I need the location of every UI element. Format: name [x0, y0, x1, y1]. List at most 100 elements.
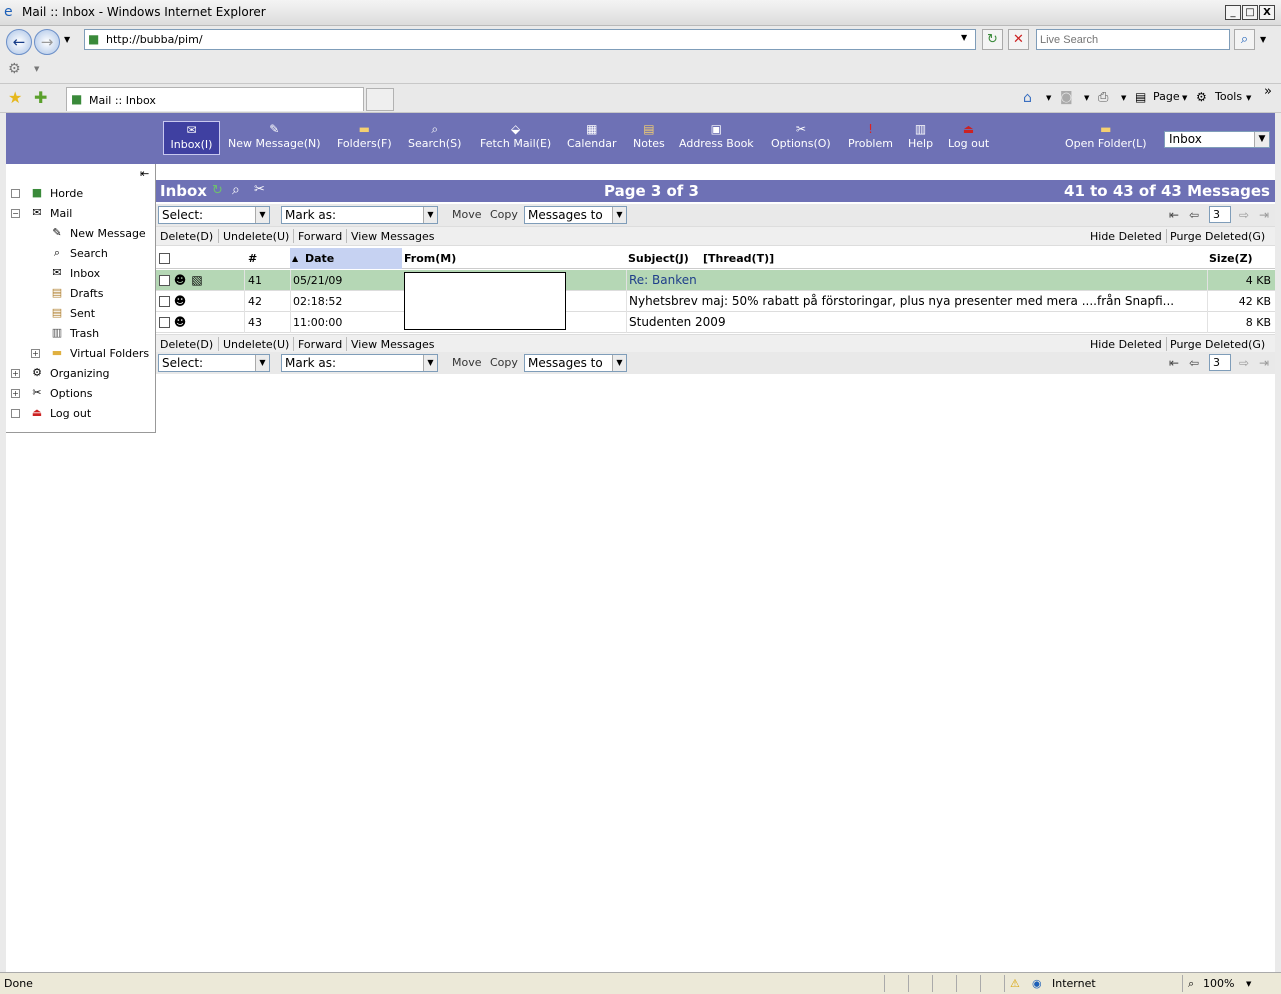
hide-deleted-button[interactable]: Hide Deleted [1090, 338, 1162, 351]
mark-as-dropdown[interactable]: Mark as: ▼ [281, 206, 438, 224]
folder-select[interactable]: Inbox ▼ [1164, 131, 1270, 148]
row-checkbox[interactable] [159, 275, 170, 286]
menu-folders-button[interactable]: ▬ Folders(F) [334, 121, 395, 155]
new-tab-button[interactable] [366, 88, 394, 111]
column-size[interactable]: Size(Z) [1209, 252, 1253, 265]
add-favorites-icon[interactable]: ✚ [34, 88, 47, 107]
previous-page-icon[interactable]: ⇦ [1186, 207, 1202, 223]
message-subject-link[interactable]: Re: Banken [629, 273, 697, 287]
mailbox-options-icon[interactable]: ✂ [254, 182, 265, 197]
menu-logout-button[interactable]: ⏏ Log out [945, 121, 992, 155]
undelete-button[interactable]: Undelete(U) [223, 338, 289, 351]
url-dropdown-icon[interactable]: ▼ [961, 33, 967, 42]
menu-calendar-button[interactable]: ▦ Calendar [564, 121, 619, 155]
mark-as-dropdown[interactable]: Mark as: ▼ [281, 354, 438, 372]
zoom-dropdown-icon[interactable]: ▼ [1246, 980, 1251, 988]
last-page-icon[interactable]: ⇥ [1256, 355, 1272, 371]
favorites-star-icon[interactable]: ★ [8, 88, 22, 107]
first-page-icon[interactable]: ⇤ [1166, 355, 1182, 371]
minimize-button[interactable]: _ [1225, 5, 1241, 20]
expand-icon[interactable]: + [11, 389, 20, 398]
stop-button[interactable]: ✕ [1008, 29, 1029, 50]
menu-fetch-mail-button[interactable]: ⬙ Fetch Mail(E) [477, 121, 554, 155]
column-number[interactable]: # [248, 252, 257, 265]
next-page-icon[interactable]: ⇨ [1236, 207, 1252, 223]
column-subject[interactable]: Subject(J) [628, 252, 689, 265]
view-messages-button[interactable]: View Messages [351, 230, 435, 243]
delete-button[interactable]: Delete(D) [160, 338, 213, 351]
messages-to-dropdown[interactable]: Messages to ▼ [524, 354, 627, 372]
move-button[interactable]: Move [452, 356, 482, 369]
chevron-more-icon[interactable]: » [1264, 84, 1272, 99]
column-from[interactable]: From(M) [404, 252, 456, 265]
feeds-dropdown-icon[interactable]: ▼ [1084, 94, 1089, 102]
column-date[interactable]: Date [305, 252, 334, 265]
url-field[interactable]: ■ http://bubba/pim/ ▼ [84, 29, 976, 50]
table-row[interactable]: ☻ 42 02:18:52 Nyhetsbrev maj: 50% rabatt… [156, 291, 1275, 312]
move-button[interactable]: Move [452, 208, 482, 221]
maximize-button[interactable]: □ [1242, 5, 1258, 20]
row-checkbox[interactable] [159, 317, 170, 328]
select-all-checkbox[interactable] [159, 253, 170, 264]
expand-icon[interactable]: + [11, 369, 20, 378]
tools-menu[interactable]: Tools [1215, 90, 1242, 103]
next-page-icon[interactable]: ⇨ [1236, 355, 1252, 371]
search-mailbox-icon[interactable]: ⌕ [232, 182, 240, 198]
menu-help-button[interactable]: ▥ Help [905, 121, 936, 155]
close-window-button[interactable]: X [1259, 5, 1275, 20]
table-row[interactable]: ☻ ▧ 41 05/21/09 Re: Banken 4 KB [156, 270, 1275, 291]
message-subject-link[interactable]: Studenten 2009 [629, 315, 726, 329]
last-page-icon[interactable]: ⇥ [1256, 207, 1272, 223]
collapse-sidebar-icon[interactable]: ⇤ [140, 167, 149, 180]
forward-button[interactable]: Forward [298, 338, 342, 351]
previous-page-icon[interactable]: ⇦ [1186, 355, 1202, 371]
table-row[interactable]: ☻ 43 11:00:00 Studenten 2009 8 KB [156, 312, 1275, 333]
forward-button[interactable]: → [34, 29, 60, 55]
first-page-icon[interactable]: ⇤ [1166, 207, 1182, 223]
menu-address-book-button[interactable]: ▣ Address Book [676, 121, 757, 155]
home-dropdown-icon[interactable]: ▼ [1046, 94, 1051, 102]
zoom-level[interactable]: 100% [1203, 977, 1234, 990]
menu-open-folder-button[interactable]: ▬ Open Folder(L) [1062, 121, 1150, 155]
menu-notes-button[interactable]: ▤ Notes [630, 121, 668, 155]
tab-mail-inbox[interactable]: ■ Mail :: Inbox [66, 87, 364, 111]
view-messages-button[interactable]: View Messages [351, 338, 435, 351]
copy-button[interactable]: Copy [490, 356, 518, 369]
print-icon[interactable]: ⎙ [1098, 90, 1108, 105]
menu-problem-button[interactable]: ! Problem [845, 121, 896, 155]
delete-button[interactable]: Delete(D) [160, 230, 213, 243]
copy-button[interactable]: Copy [490, 208, 518, 221]
forward-button[interactable]: Forward [298, 230, 342, 243]
select-dropdown[interactable]: Select: ▼ [158, 354, 270, 372]
live-search-box[interactable] [1036, 29, 1230, 50]
expand-icon[interactable]: + [31, 349, 40, 358]
hide-deleted-button[interactable]: Hide Deleted [1090, 230, 1162, 243]
purge-deleted-button[interactable]: Purge Deleted(G) [1170, 338, 1265, 351]
tools-dropdown-icon[interactable]: ▼ [1246, 94, 1251, 102]
home-icon[interactable]: ⌂ [1023, 90, 1032, 106]
feeds-icon[interactable]: ◙ [1060, 90, 1073, 105]
refresh-button[interactable]: ↻ [982, 29, 1003, 50]
page-number-input[interactable]: 3 [1209, 354, 1231, 371]
web-slice-dropdown-icon[interactable]: ▼ [34, 65, 39, 73]
message-subject-link[interactable]: Nyhetsbrev maj: 50% rabatt på förstoring… [629, 294, 1174, 308]
page-dropdown-icon[interactable]: ▼ [1182, 94, 1187, 102]
menu-inbox-button[interactable]: ✉ Inbox(I) [163, 121, 220, 155]
history-dropdown-icon[interactable]: ▼ [64, 35, 70, 44]
undelete-button[interactable]: Undelete(U) [223, 230, 289, 243]
back-button[interactable]: ← [6, 29, 32, 55]
column-thread[interactable]: [Thread(T)] [703, 252, 774, 265]
menu-new-message-button[interactable]: ✎ New Message(N) [225, 121, 324, 155]
refresh-mailbox-icon[interactable]: ↻ [212, 183, 223, 198]
protected-mode-icon[interactable]: ⚠ [1010, 977, 1020, 990]
row-checkbox[interactable] [159, 296, 170, 307]
menu-search-button[interactable]: ⌕ Search(S) [405, 121, 464, 155]
search-go-button[interactable]: ⌕ [1234, 29, 1255, 50]
search-options-icon[interactable]: ▼ [1260, 35, 1266, 44]
purge-deleted-button[interactable]: Purge Deleted(G) [1170, 230, 1265, 243]
select-dropdown[interactable]: Select: ▼ [158, 206, 270, 224]
page-number-input[interactable]: 3 [1209, 206, 1231, 223]
live-search-input[interactable] [1037, 30, 1227, 49]
menu-options-button[interactable]: ✂ Options(O) [768, 121, 834, 155]
print-dropdown-icon[interactable]: ▼ [1121, 94, 1126, 102]
